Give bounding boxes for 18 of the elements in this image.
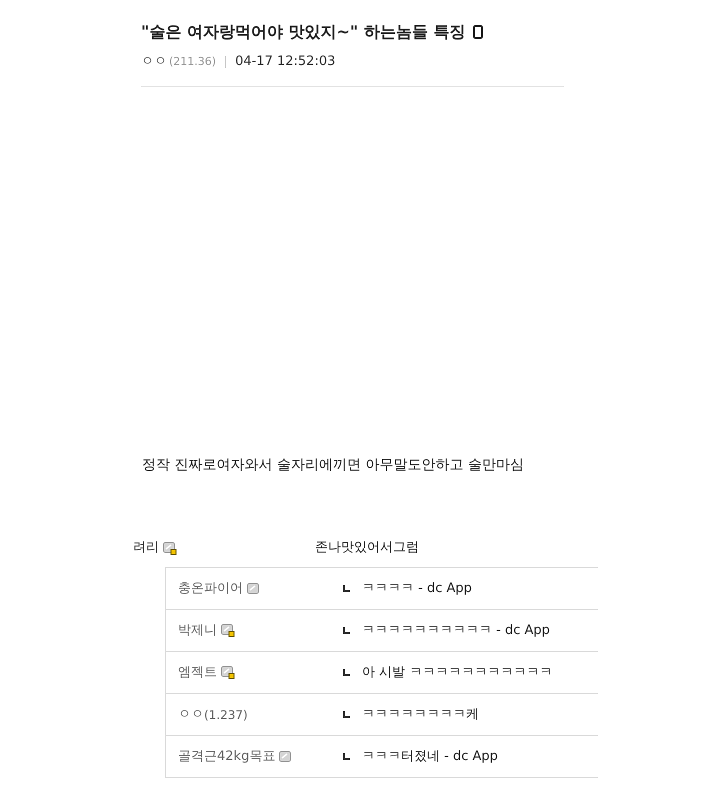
reply-author: 엠젝트 [178,664,217,682]
reply-author-ip: (1.237) [204,706,248,724]
reply-text: 아 시발 ㅋㅋㅋㅋㅋㅋㅋㅋㅋㅋㅋ [362,664,552,682]
reply-author: ㅇㅇ [178,706,204,724]
comment-text: 존나맛있어서그럼 [315,539,419,558]
reply-author: 박제니 [178,622,217,640]
reply-author: 충온파이어 [178,580,243,598]
reply-text: ㅋㅋㅋㅋ - dc App [362,580,472,598]
post-date: 04-17 12:52:03 [235,53,336,71]
post-title: "술은 여자랑먹어야 맛있지~" 하는놈들 특징 [141,21,466,43]
reply-author: 골격근42kg목표 [178,748,276,766]
reply-text: ㅋㅋㅋㅋㅋㅋㅋㅋㅋㅋ - dc App [362,622,550,640]
author-ip: (211.36) [169,54,216,70]
author-name: ㅇㅇ [141,53,167,71]
reply-text: ㅋㅋㅋ터졌네 - dc App [362,748,498,766]
reply-text: ㅋㅋㅋㅋㅋㅋㅋㅋ케 [362,706,479,724]
comment-author: 려리 [133,539,159,558]
post-body: 정작 진짜로여자와서 술자리에끼면 아무말도안하고 술만마심 [142,456,524,475]
